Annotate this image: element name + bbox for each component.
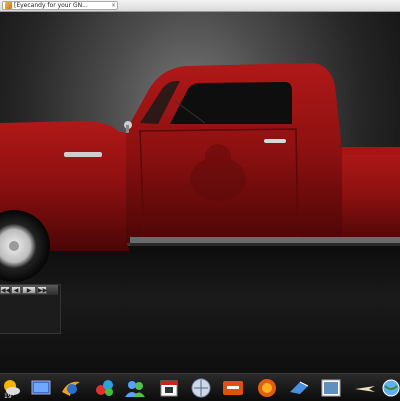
dock: 19° xyxy=(0,373,400,401)
media-player-controls: ◀◀ ◀ ▶ ▶▶ xyxy=(0,285,58,295)
browser-tab[interactable]: [Eyecandy for your GN... × xyxy=(2,1,118,10)
tab-title: [Eyecandy for your GN... xyxy=(14,2,88,9)
mail-icon[interactable] xyxy=(288,377,310,399)
calendar-icon[interactable] xyxy=(158,377,180,399)
gems-icon[interactable] xyxy=(94,377,116,399)
desktop-icon[interactable] xyxy=(30,377,52,399)
media-player-widget: ◀◀ ◀ ▶ ▶▶ xyxy=(0,284,61,334)
contacts-icon[interactable] xyxy=(124,377,146,399)
previous-button[interactable]: ◀ xyxy=(11,286,21,294)
tab-favicon-icon xyxy=(5,2,12,9)
web-icon[interactable] xyxy=(190,377,212,399)
rewind-button[interactable]: ◀◀ xyxy=(0,286,10,294)
picture-icon[interactable] xyxy=(320,377,342,399)
airplane-icon[interactable] xyxy=(354,377,376,399)
media-app-icon[interactable] xyxy=(222,377,244,399)
weather-temp: 19° xyxy=(4,393,15,400)
fast-forward-button[interactable]: ▶▶ xyxy=(37,286,47,294)
play-button[interactable]: ▶ xyxy=(22,286,36,294)
browser-tab-bar: [Eyecandy for your GN... × xyxy=(0,0,400,12)
browser-icon[interactable] xyxy=(60,377,82,399)
globe-icon[interactable] xyxy=(380,377,400,399)
firefox-icon[interactable] xyxy=(256,377,278,399)
tab-close-icon[interactable]: × xyxy=(111,1,117,10)
